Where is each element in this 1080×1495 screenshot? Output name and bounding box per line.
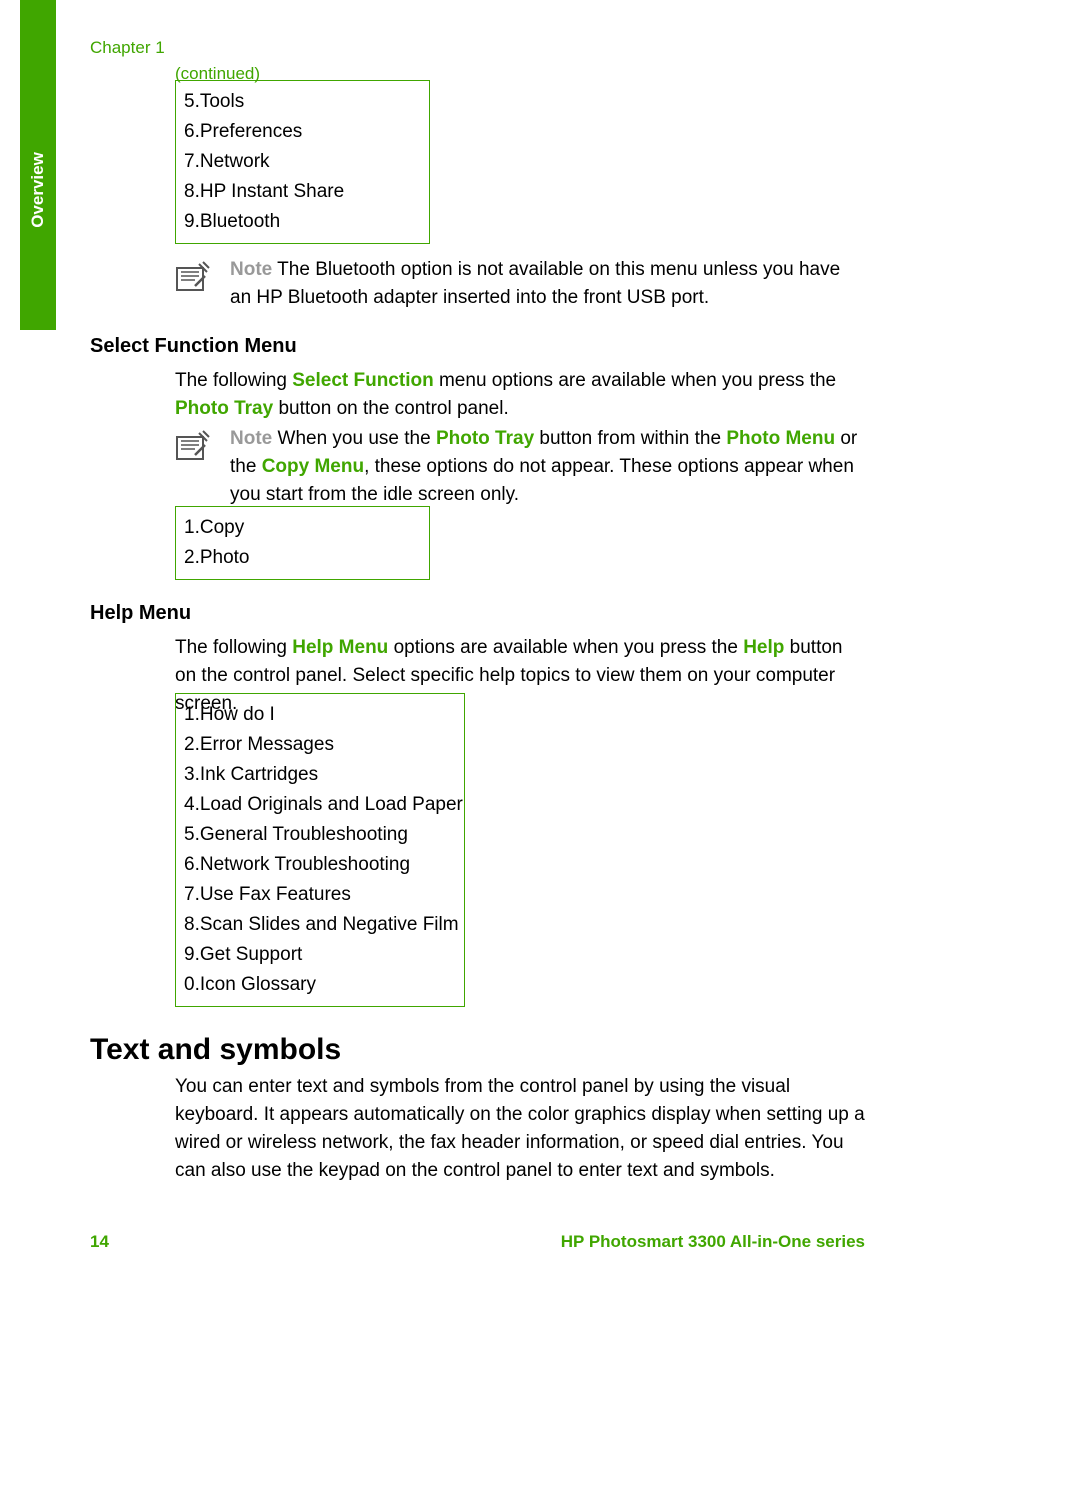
term-select-function: Select Function — [292, 370, 433, 391]
term-photo-tray: Photo Tray — [175, 398, 273, 419]
heading-select-function: Select Function Menu — [90, 335, 297, 358]
help-menu-box: 1.How do I 2.Error Messages 3.Ink Cartri… — [175, 693, 465, 1007]
heading-help-menu: Help Menu — [90, 602, 191, 625]
note-bluetooth: Note The Bluetooth option is not availab… — [175, 256, 865, 312]
note-lead: Note — [230, 428, 272, 449]
note-icon — [175, 258, 215, 299]
note-text: Note When you use the Photo Tray button … — [230, 425, 865, 509]
chapter-label: Chapter 1 — [90, 38, 165, 58]
menu-item: 1.Copy — [184, 513, 421, 543]
note-lead: Note — [230, 259, 272, 280]
term-photo-tray: Photo Tray — [436, 428, 534, 449]
setup-menu-box: 5.Tools 6.Preferences 7.Network 8.HP Ins… — [175, 80, 430, 244]
menu-item: 8.Scan Slides and Negative Film — [184, 910, 456, 940]
note-icon — [175, 427, 215, 468]
side-tab-label: Overview — [28, 152, 48, 228]
menu-item: 6.Network Troubleshooting — [184, 850, 456, 880]
menu-item: 2.Error Messages — [184, 730, 456, 760]
menu-item: 1.How do I — [184, 700, 456, 730]
term-photo-menu: Photo Menu — [726, 428, 835, 449]
note-body: The Bluetooth option is not available on… — [230, 259, 840, 308]
select-function-para: The following Select Function menu optio… — [175, 367, 865, 423]
menu-item: 9.Bluetooth — [184, 207, 421, 237]
page: Overview Chapter 1 (continued) 5.Tools 6… — [0, 0, 1080, 1495]
footer-product: HP Photosmart 3300 All-in-One series — [561, 1232, 865, 1252]
side-tab: Overview — [20, 0, 56, 330]
menu-item: 5.Tools — [184, 87, 421, 117]
menu-item: 5.General Troubleshooting — [184, 820, 456, 850]
note-photo-tray: Note When you use the Photo Tray button … — [175, 425, 865, 509]
select-function-menu-box: 1.Copy 2.Photo — [175, 506, 430, 580]
heading-text-and-symbols: Text and symbols — [90, 1033, 341, 1067]
menu-item: 3.Ink Cartridges — [184, 760, 456, 790]
term-copy-menu: Copy Menu — [262, 456, 364, 477]
menu-item: 9.Get Support — [184, 940, 456, 970]
page-number: 14 — [90, 1232, 109, 1252]
menu-item: 2.Photo — [184, 543, 421, 573]
menu-item: 7.Use Fax Features — [184, 880, 456, 910]
menu-item: 7.Network — [184, 147, 421, 177]
term-help: Help — [743, 637, 784, 658]
menu-item: 6.Preferences — [184, 117, 421, 147]
menu-item: 4.Load Originals and Load Paper — [184, 790, 456, 820]
menu-item: 8.HP Instant Share — [184, 177, 421, 207]
note-text: Note The Bluetooth option is not availab… — [230, 256, 865, 312]
term-help-menu: Help Menu — [292, 637, 388, 658]
text-and-symbols-para: You can enter text and symbols from the … — [175, 1073, 865, 1185]
menu-item: 0.Icon Glossary — [184, 970, 456, 1000]
